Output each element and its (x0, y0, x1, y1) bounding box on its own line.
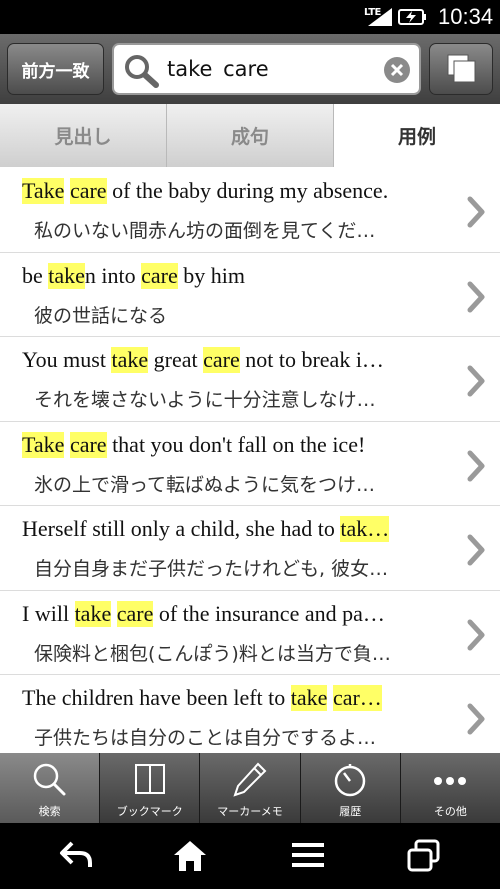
example-translation: 氷の上で滑って転ばぬように気をつけ… (34, 473, 376, 496)
highlighted-term: tak… (340, 516, 390, 542)
chevron-right-icon (467, 619, 485, 650)
clock: 10:34 (438, 4, 494, 29)
highlighted-term: take (290, 685, 328, 711)
chevron-right-icon (467, 450, 485, 481)
tab-headwords[interactable]: 見出し (0, 104, 167, 167)
list-item[interactable]: The children have been left to take car…… (0, 675, 500, 753)
example-translation: それを壊さないように十分注意しなけ… (34, 389, 376, 411)
example-text: that you don't fall on the ice! (106, 431, 366, 457)
highlighted-term: Take (22, 178, 65, 204)
list-item[interactable]: Take care that you don't fall on the ice… (0, 422, 500, 506)
bottom-toolbar: 検索 ブックマーク マーカーメモ 履歴 その他 (0, 753, 500, 823)
example-english: The children have been left to take car… (22, 685, 452, 711)
system-nav-bar (0, 823, 500, 889)
match-mode-button[interactable]: 前方一致 (7, 43, 104, 95)
highlighted-term: take (74, 600, 112, 627)
example-english: Herself still only a child, she had to t… (22, 516, 452, 542)
toolbar-marker-memo-button[interactable]: マーカーメモ (200, 753, 301, 823)
toolbar-label: マーカーメモ (217, 805, 283, 818)
list-item[interactable]: Take care of the baby during my absence.… (0, 168, 500, 253)
example-translation: 私のいない間赤ん坊の面倒を見てくだ… (34, 220, 376, 242)
list-item[interactable]: be taken into care by him 彼の世話になる (0, 253, 500, 337)
highlighted-term: take (111, 347, 149, 373)
toolbar-label: 履歴 (339, 805, 362, 818)
highlighted-term: take (48, 262, 85, 289)
chevron-right-icon (467, 196, 485, 228)
recent-apps-icon[interactable] (406, 839, 442, 873)
toolbar-search-button[interactable]: 検索 (0, 753, 101, 823)
toolbar-more-button[interactable]: その他 (400, 753, 500, 823)
example-text: be (22, 262, 49, 288)
example-translation: 自分自身まだ子供だったけれども, 彼女… (34, 558, 389, 580)
example-translation: 彼の世話になる (34, 304, 168, 327)
highlighted-term: car… (332, 685, 382, 711)
pen-icon (233, 762, 267, 797)
chevron-right-icon (467, 703, 485, 735)
result-tabs: 見出し 成句 用例 (0, 104, 500, 167)
list-item[interactable]: You must take great care not to break i…… (0, 337, 500, 422)
network-type: LTE (364, 7, 381, 18)
toolbar-label: その他 (433, 805, 467, 818)
example-english: You must take great care not to break i… (22, 347, 452, 373)
example-text: You must (22, 347, 112, 372)
menu-icon[interactable] (290, 839, 326, 871)
example-text: I will (22, 600, 75, 626)
toolbar-label: ブックマーク (116, 805, 183, 818)
search-icon (125, 55, 159, 88)
list-item[interactable]: Herself still only a child, she had to t… (0, 506, 500, 591)
example-english: be taken into care by him (22, 262, 452, 289)
example-translation: 保険料と梱包(こんぽう)料とは当方で負… (34, 642, 391, 665)
chevron-right-icon (467, 365, 485, 397)
example-text: The children have been left to (22, 685, 291, 710)
book-icon (134, 764, 165, 794)
example-text: Herself still only a child, she had to (22, 516, 341, 541)
example-text: n into (84, 262, 142, 288)
search-input[interactable]: take care (112, 43, 421, 95)
example-text (111, 601, 117, 626)
highlighted-term: care (203, 347, 240, 373)
search-query: take care (167, 57, 269, 81)
copy-button[interactable] (429, 43, 493, 95)
example-english: Take care that you don't fall on the ice… (22, 431, 452, 458)
example-text: not to break i… (239, 347, 384, 372)
highlighted-term: care (69, 178, 107, 204)
search-header: 前方一致 take care (0, 34, 500, 104)
chevron-right-icon (467, 281, 485, 312)
example-translation: 子供たちは自分のことは自分でするよ… (34, 727, 377, 749)
toolbar-label: 検索 (38, 805, 61, 818)
example-text: great (148, 347, 204, 372)
tab-examples[interactable]: 用例 (334, 104, 500, 167)
clear-icon[interactable] (383, 56, 411, 84)
search-icon (33, 763, 66, 796)
highlighted-term: care (116, 600, 154, 627)
example-english: Take care of the baby during my absence. (22, 178, 452, 204)
example-text: by him (177, 262, 246, 288)
more-icon (434, 777, 467, 785)
example-text: of the baby during my absence. (106, 178, 389, 203)
battery-icon (398, 9, 426, 25)
toolbar-history-button[interactable]: 履歴 (300, 753, 401, 823)
clock-icon (334, 764, 366, 797)
status-bar: LTE 10:34 (0, 0, 500, 34)
example-text: of the insurance and pa… (153, 600, 385, 626)
highlighted-term: care (69, 431, 107, 458)
highlighted-term: care (141, 262, 178, 289)
tab-phrases[interactable]: 成句 (167, 104, 334, 167)
toolbar-bookmark-button[interactable]: ブックマーク (100, 753, 201, 823)
back-icon[interactable] (58, 839, 94, 871)
list-item[interactable]: I will take care of the insurance and pa… (0, 591, 500, 675)
example-english: I will take care of the insurance and pa… (22, 600, 452, 627)
results-list: Take care of the baby during my absence.… (0, 168, 500, 753)
copy-icon (447, 54, 476, 83)
chevron-right-icon (467, 534, 485, 566)
highlighted-term: Take (22, 431, 65, 458)
home-icon[interactable] (172, 839, 208, 873)
